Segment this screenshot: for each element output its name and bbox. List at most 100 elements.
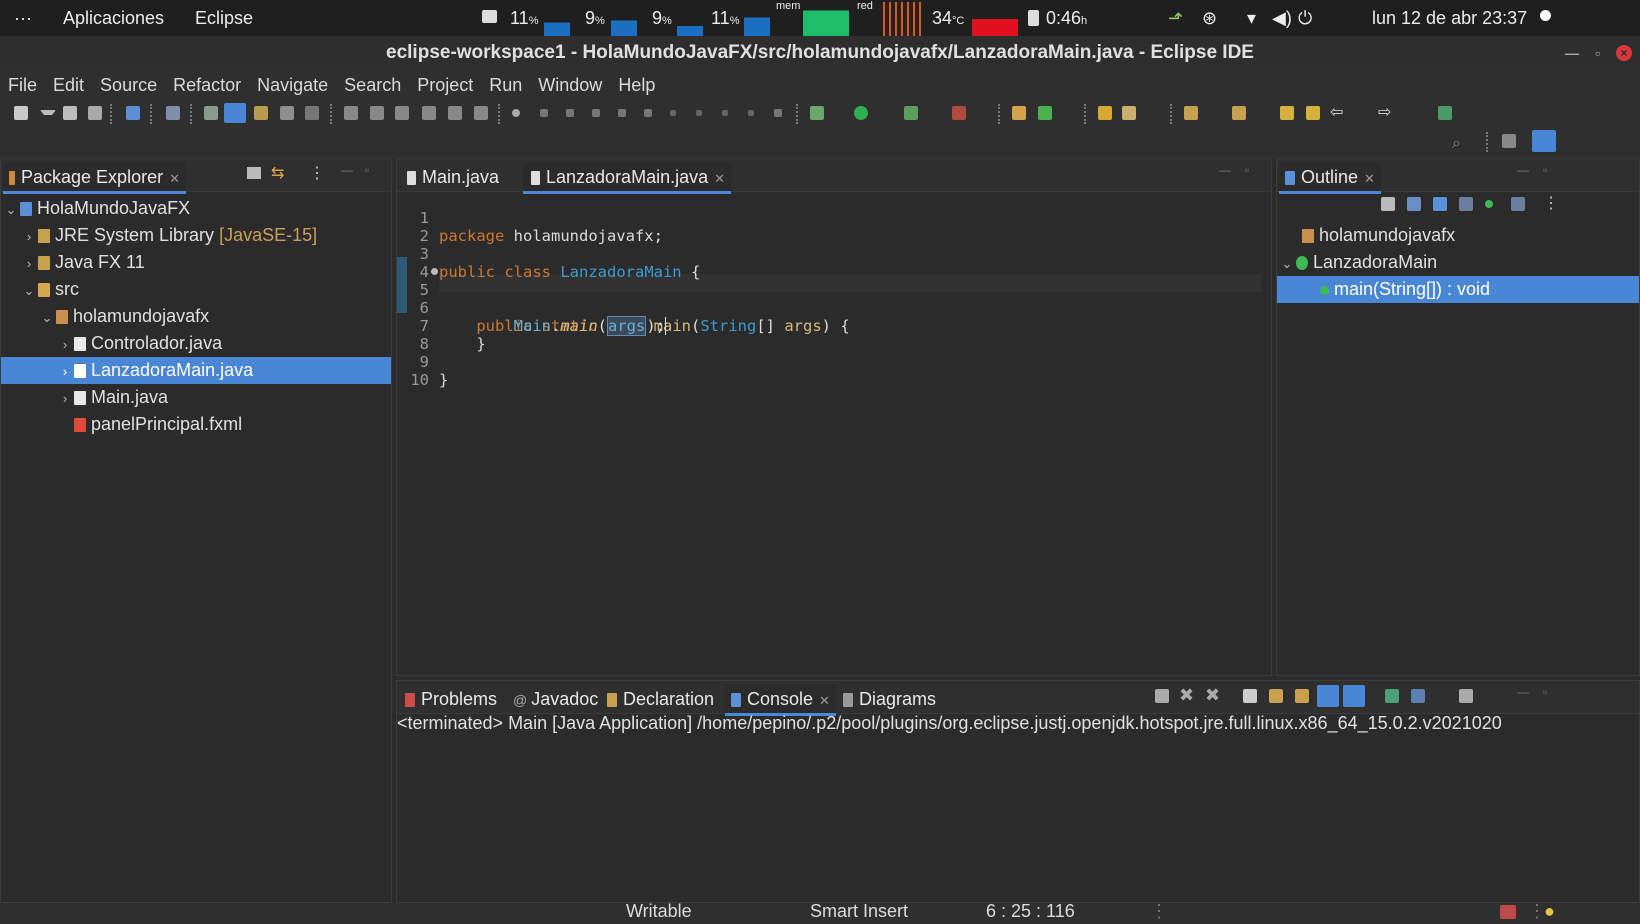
tree-item-package[interactable]: ⌄ holamundojavafx [1, 303, 391, 330]
maximize-view-icon[interactable]: ▫ [365, 163, 369, 177]
display-console-icon[interactable] [1411, 689, 1425, 703]
new-java-project-icon[interactable] [1012, 106, 1026, 120]
outline-item-package[interactable]: holamundojavafx [1277, 222, 1639, 249]
chevron-down-icon[interactable]: ⌄ [23, 277, 35, 304]
tree-item-main[interactable]: › Main.java [1, 384, 391, 411]
hide-fields-icon[interactable] [1433, 197, 1447, 211]
menu-source[interactable]: Source [92, 70, 165, 100]
debug-step-icon-10[interactable] [748, 110, 754, 116]
refactor-icon-1[interactable] [344, 106, 358, 120]
search-tool-icon[interactable] [1122, 106, 1136, 120]
debug-icon[interactable] [810, 106, 824, 120]
tab-console[interactable]: Console ✕ [725, 685, 836, 716]
tab-package-explorer[interactable]: Package Explorer ✕ [3, 163, 186, 194]
minimize-view-icon[interactable]: — [1517, 163, 1529, 177]
debug-step-icon-4[interactable] [592, 109, 600, 117]
coverage-icon[interactable] [904, 106, 918, 120]
debug-step-icon-7[interactable] [670, 110, 676, 116]
tree-item-jre-library[interactable]: › JRE System Library [JavaSE-15] [1, 222, 391, 249]
tree-item-fxml[interactable]: panelPrincipal.fxml [1, 411, 391, 438]
debug-step-icon-11[interactable] [774, 109, 782, 117]
show-on-stdout-icon[interactable] [1317, 685, 1339, 707]
minimize-view-icon[interactable]: — [1517, 685, 1529, 699]
active-app-menu[interactable]: Eclipse [195, 8, 253, 29]
chevron-right-icon[interactable]: › [23, 250, 35, 277]
debug-step-icon-3[interactable] [566, 109, 574, 117]
fold-marker-icon[interactable] [431, 268, 438, 275]
debug-step-icon-1[interactable] [512, 109, 520, 117]
outline-item-main-method[interactable]: main(String[]) : void [1277, 276, 1639, 303]
show-whitespace-icon[interactable] [305, 106, 319, 120]
view-menu-icon[interactable]: ⋮ [309, 163, 325, 183]
skip-breakpoints-icon[interactable] [166, 106, 180, 120]
close-tab-icon[interactable]: ✕ [1364, 171, 1375, 186]
power-icon[interactable]: ⏻ [1298, 8, 1312, 29]
chevron-right-icon[interactable]: › [59, 358, 71, 385]
minimize-view-icon[interactable]: — [341, 163, 353, 177]
accessibility-icon[interactable]: ⊛ [1202, 8, 1217, 29]
chevron-right-icon[interactable]: › [59, 331, 71, 358]
link-with-editor-icon[interactable]: ⇆ [271, 163, 284, 183]
tree-item-lanzadoramain[interactable]: › LanzadoraMain.java [1, 357, 391, 384]
debug-step-icon-8[interactable] [696, 110, 702, 116]
chevron-right-icon[interactable]: › [23, 223, 35, 250]
hide-nonpublic-icon[interactable] [1485, 200, 1493, 208]
pin-console-icon[interactable] [1385, 689, 1399, 703]
outline-item-class[interactable]: ⌄ LanzadoraMain [1277, 249, 1639, 276]
new-class-icon[interactable] [1038, 106, 1052, 120]
menu-project[interactable]: Project [409, 70, 481, 100]
tab-problems[interactable]: Problems [399, 685, 503, 713]
menu-window[interactable]: Window [530, 70, 610, 100]
block-selection-icon[interactable] [280, 106, 294, 120]
chevron-down-icon[interactable]: ⌄ [1281, 250, 1293, 277]
volume-icon[interactable]: ◀) [1272, 8, 1292, 29]
tab-declaration[interactable]: Declaration [601, 685, 720, 713]
menu-navigate[interactable]: Navigate [249, 70, 336, 100]
java-perspective-icon[interactable] [1532, 130, 1556, 152]
refactor-icon-2[interactable] [370, 106, 384, 120]
collapse-all-icon[interactable] [1381, 197, 1395, 211]
chevron-down-icon[interactable]: ⌄ [41, 304, 53, 331]
minimize-icon[interactable]: — [1565, 36, 1579, 70]
remove-all-launches-icon[interactable]: ✖ [1205, 685, 1220, 705]
menu-search[interactable]: Search [336, 70, 409, 100]
back-arrow-icon[interactable]: ⇦ [1330, 102, 1344, 121]
hide-local-types-icon[interactable] [1511, 197, 1525, 211]
tree-item-project[interactable]: ⌄ HolaMundoJavaFX [1, 195, 391, 222]
prev-annotation-icon[interactable] [1232, 106, 1246, 120]
close-tab-icon[interactable]: ✕ [169, 171, 180, 186]
close-tab-icon[interactable]: ✕ [714, 171, 725, 186]
refactor-icon-5[interactable] [448, 106, 462, 120]
tab-lanzadoramain-java[interactable]: LanzadoraMain.java ✕ [523, 163, 732, 194]
menu-edit[interactable]: Edit [45, 70, 92, 100]
open-perspective-icon[interactable] [1502, 134, 1516, 148]
new-dropdown-icon[interactable] [40, 110, 56, 115]
show-on-stderr-icon[interactable] [1343, 685, 1365, 707]
chevron-right-icon[interactable]: › [59, 385, 71, 412]
update-icon[interactable]: ⬏ [1168, 8, 1183, 29]
run-icon[interactable] [854, 106, 868, 120]
remove-launch-icon[interactable]: ✖ [1179, 685, 1194, 705]
debug-step-icon-2[interactable] [540, 109, 548, 117]
new-icon[interactable] [14, 106, 28, 120]
collapse-all-icon[interactable] [247, 167, 261, 179]
clear-console-icon[interactable] [1243, 689, 1257, 703]
tip-lightbulb-icon[interactable]: ● [1544, 901, 1555, 922]
minimize-view-icon[interactable]: — [1219, 163, 1231, 177]
activities-dots[interactable]: ··· [14, 8, 32, 29]
code-editor[interactable]: 1 package holamundojavafx; 2 3 public cl… [397, 191, 1271, 675]
menu-help[interactable]: Help [610, 70, 663, 100]
tab-javadoc[interactable]: @ Javadoc [507, 685, 604, 713]
view-menu-icon[interactable]: ⋮ [1543, 193, 1559, 212]
forward-arrow-icon[interactable]: ⇨ [1378, 102, 1392, 121]
status-insert-mode[interactable]: Smart Insert [810, 901, 908, 922]
forward-edit-icon[interactable] [1306, 106, 1320, 120]
refactor-icon-4[interactable] [422, 106, 436, 120]
tab-main-java[interactable]: Main.java [399, 163, 505, 191]
maximize-view-icon[interactable]: ▫ [1543, 685, 1547, 699]
progress-icon[interactable] [1500, 905, 1516, 919]
save-icon[interactable] [63, 106, 77, 120]
external-tools-icon[interactable] [952, 106, 966, 120]
sort-icon[interactable] [1407, 197, 1421, 211]
pin-editor-icon[interactable] [1438, 106, 1452, 120]
